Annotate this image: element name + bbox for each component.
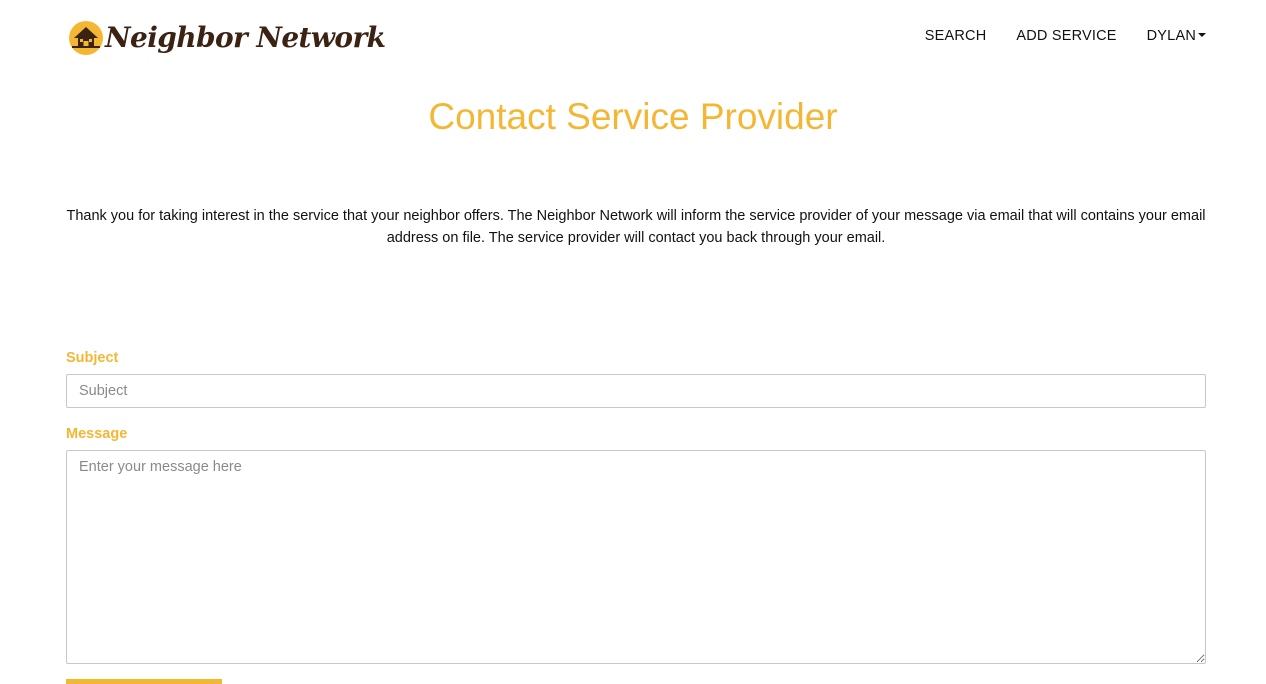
contact-form: Subject Message: [66, 348, 1206, 664]
main-nav: SEARCH ADD SERVICE DYLAN: [925, 28, 1206, 44]
brand-name: Neighbor Network: [105, 21, 386, 54]
nav-search-link[interactable]: SEARCH: [925, 28, 987, 44]
nav-add-service-link[interactable]: ADD SERVICE: [1016, 28, 1116, 44]
house-icon: [69, 21, 103, 55]
submit-button[interactable]: [66, 679, 222, 684]
message-label: Message: [66, 426, 128, 442]
subject-input[interactable]: [66, 374, 1206, 408]
caret-down-icon: [1198, 33, 1206, 38]
page-title: Contact Service Provider: [428, 96, 838, 137]
top-navbar: Neighbor Network SEARCH ADD SERVICE DYLA…: [0, 0, 1266, 74]
user-menu-label: DYLAN: [1146, 28, 1196, 44]
brand-link[interactable]: Neighbor Network: [68, 15, 386, 61]
user-menu-dropdown[interactable]: DYLAN: [1147, 28, 1206, 44]
subject-label: Subject: [66, 350, 119, 366]
intro-text: Thank you for taking interest in the ser…: [66, 208, 1206, 246]
message-textarea[interactable]: [66, 450, 1206, 664]
